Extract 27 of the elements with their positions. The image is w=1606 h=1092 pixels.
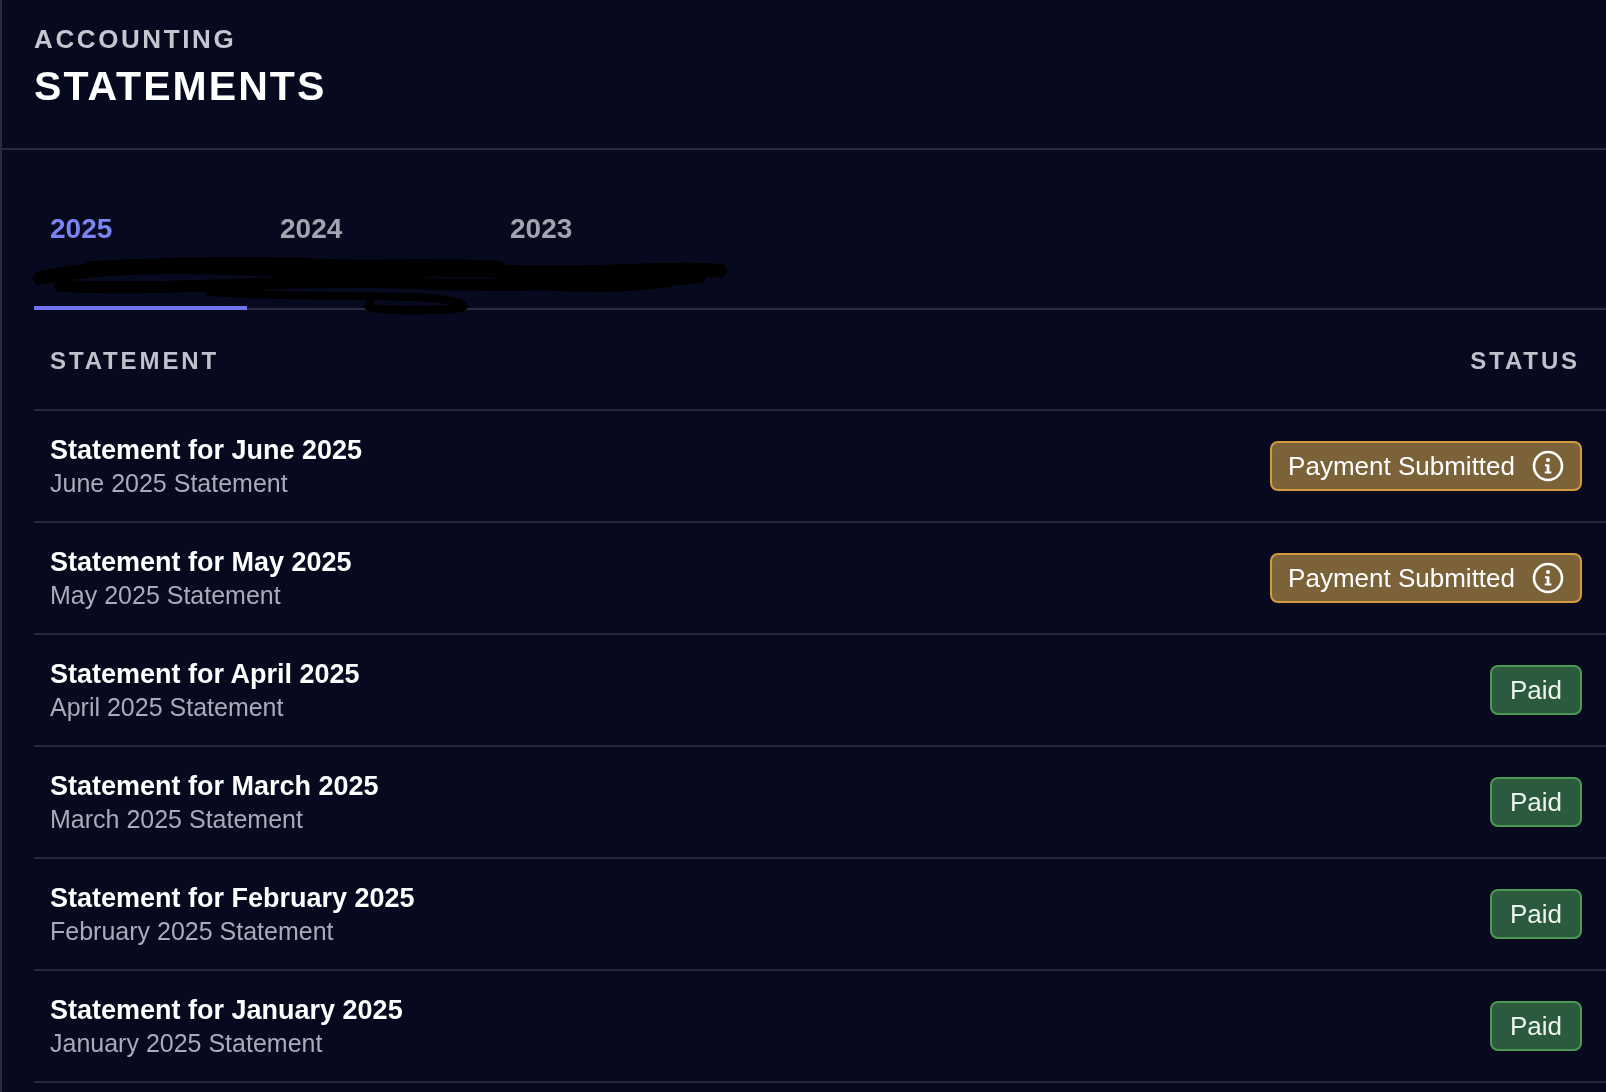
- column-header: STATUS: [1470, 346, 1580, 376]
- year-tab[interactable]: 2024: [264, 196, 477, 310]
- status-label: Paid: [1509, 1011, 1562, 1041]
- statement-title: Statement for June 2025: [50, 434, 363, 467]
- statement-title: Statement for April 2025: [50, 658, 360, 691]
- year-tab[interactable]: 2023: [494, 196, 707, 310]
- column-header: STATEMENT: [50, 346, 220, 376]
- statement-title: Statement for March 2025: [50, 770, 379, 803]
- statement-subtitle: March 2025 Statement: [50, 804, 303, 835]
- statement-subtitle: February 2025 Statement: [50, 916, 334, 947]
- status-label: Paid: [1509, 787, 1562, 817]
- year-tab[interactable]: 2025: [34, 196, 247, 310]
- status-label: Paid: [1509, 899, 1562, 929]
- statement-subtitle: January 2025 Statement: [50, 1028, 323, 1059]
- status-label: Payment Submitted: [1288, 563, 1515, 593]
- statement-subtitle: May 2025 Statement: [50, 580, 281, 611]
- info-icon[interactable]: [1532, 562, 1564, 594]
- section-eyebrow: ACCOUNTING: [34, 24, 237, 54]
- statement-subtitle: June 2025 Statement: [50, 468, 288, 499]
- status-label: Payment Submitted: [1288, 451, 1515, 481]
- statement-title: Statement for February 2025: [50, 882, 415, 915]
- info-icon[interactable]: [1532, 450, 1564, 482]
- status-label: Paid: [1509, 675, 1562, 705]
- statement-title: Statement for January 2025: [50, 994, 403, 1027]
- page-title: STATEMENTS: [34, 63, 327, 109]
- statement-title: Statement for May 2025: [50, 546, 352, 579]
- statement-subtitle: April 2025 Statement: [50, 692, 284, 723]
